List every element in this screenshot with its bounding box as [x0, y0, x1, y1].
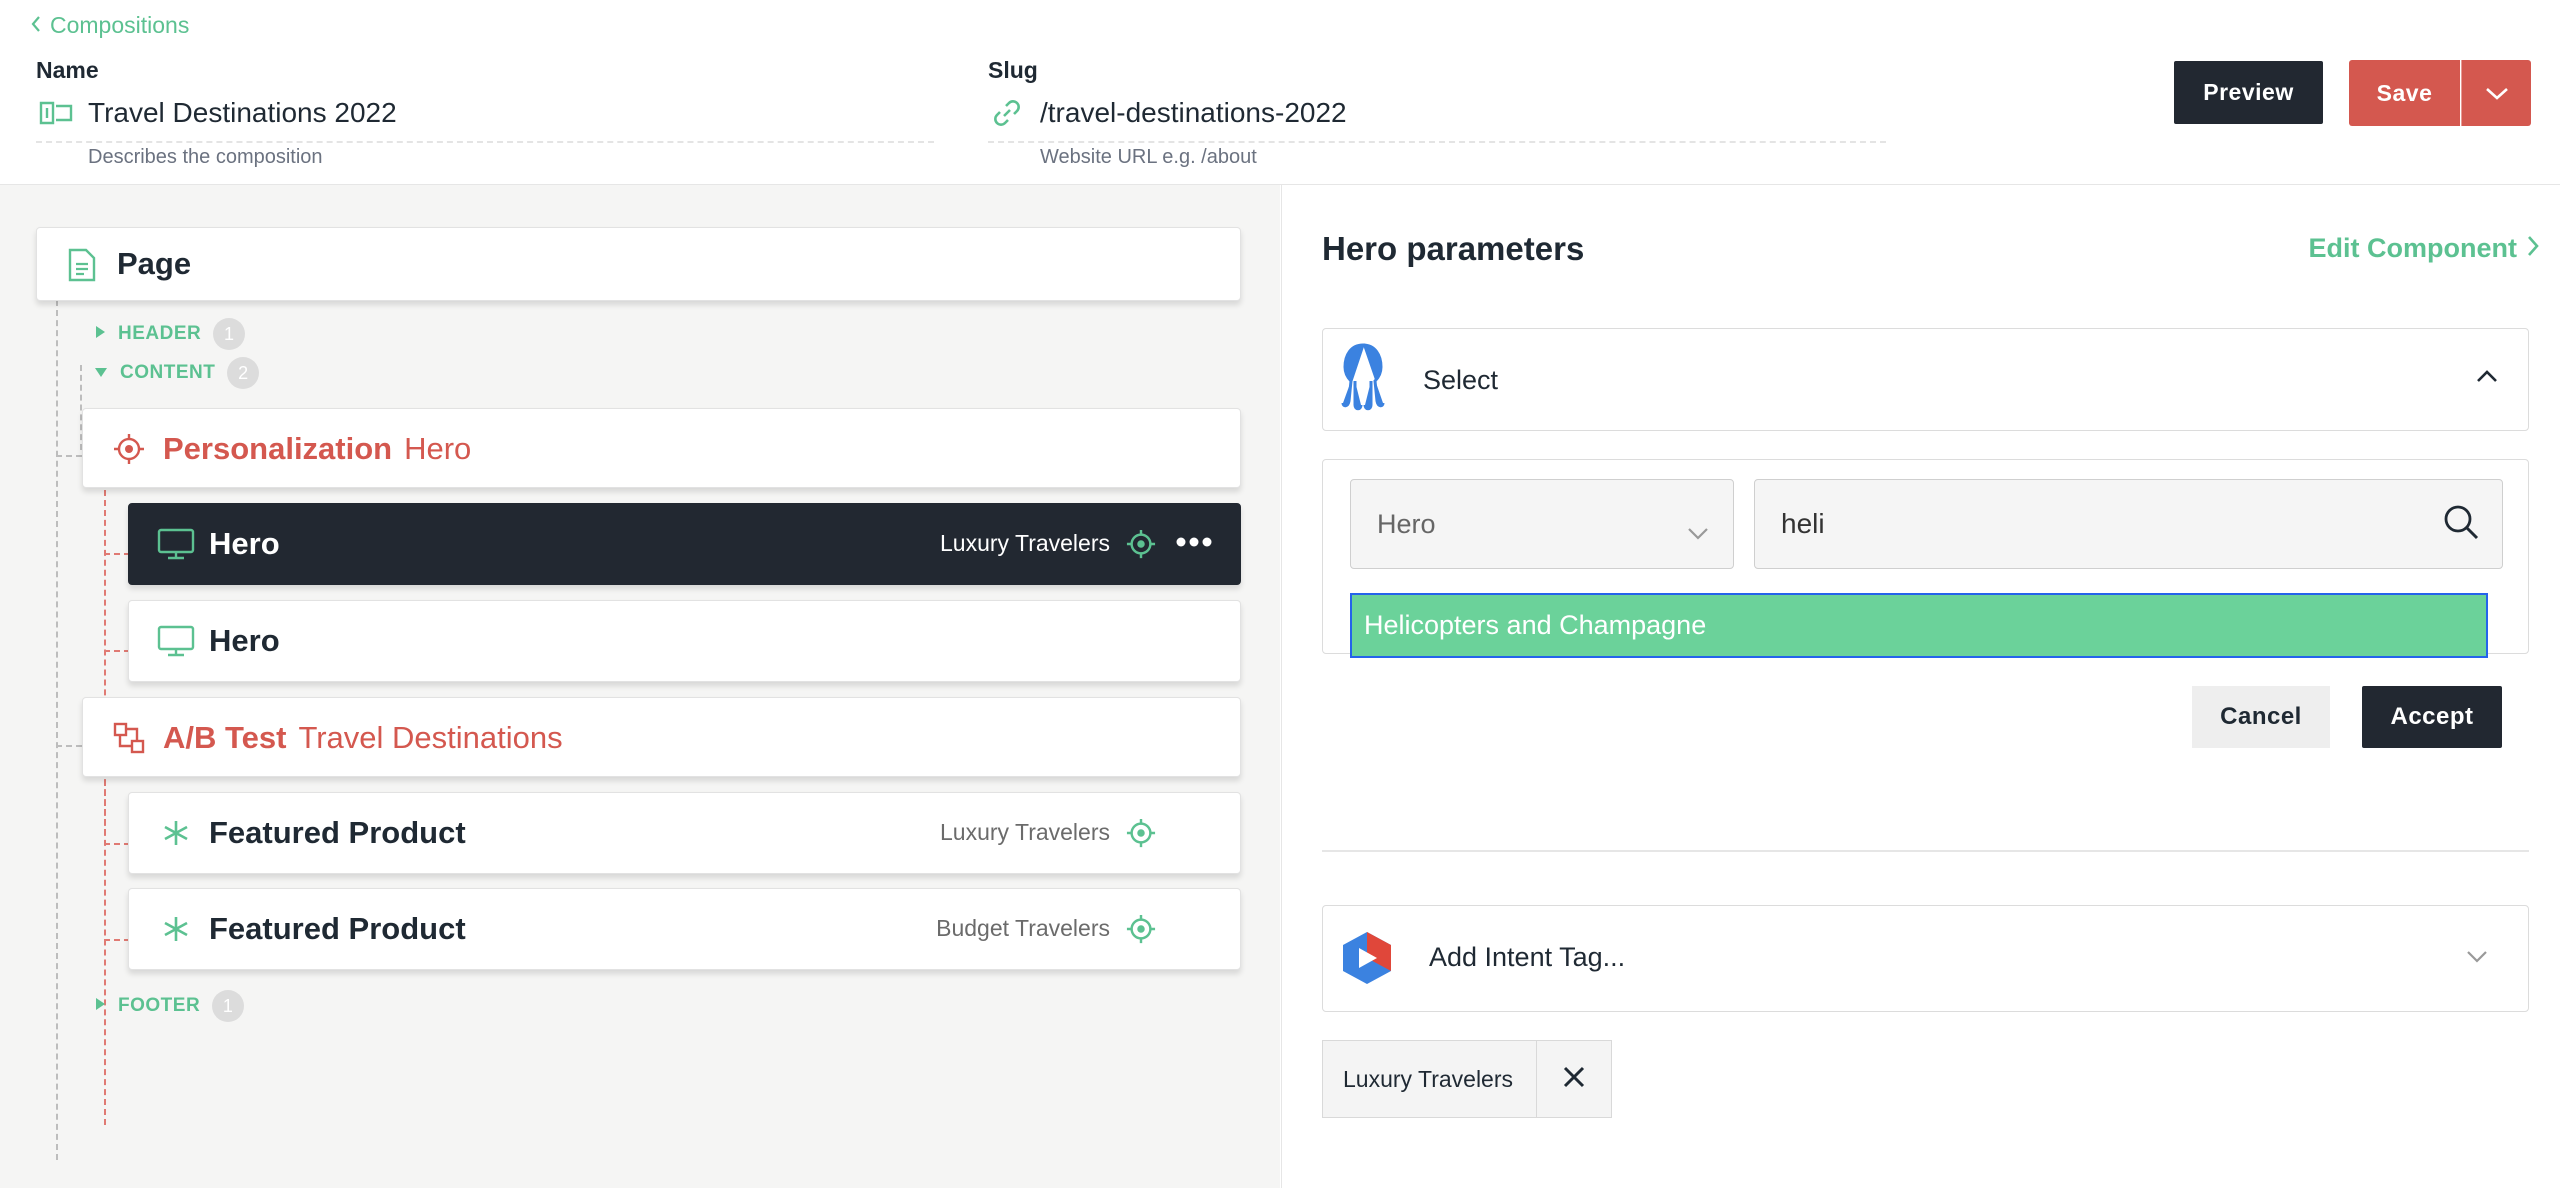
link-icon: [992, 98, 1022, 133]
name-help-text: Describes the composition: [88, 146, 323, 168]
save-options-dropdown[interactable]: [2461, 60, 2531, 126]
select-label: Select: [1423, 365, 1499, 395]
personalization-title: Personalization Hero: [163, 431, 471, 467]
back-to-compositions-link[interactable]: Compositions: [30, 12, 189, 39]
cancel-button[interactable]: Cancel: [2192, 686, 2330, 748]
parameters-pane: Hero parameters Edit Component Select He…: [1281, 185, 2560, 1188]
name-field-icon: [38, 100, 74, 131]
chevron-down-icon: [2485, 80, 2509, 107]
section-header-label: HEADER: [118, 323, 202, 344]
caret-down-icon: [94, 362, 108, 384]
ab-test-type: A/B Test: [163, 720, 287, 755]
hero-selected-card[interactable]: Hero Luxury Travelers: [128, 503, 1241, 585]
featured-product-variant: Luxury Travelers: [939, 819, 1110, 845]
close-icon: [1563, 1066, 1585, 1093]
hero-selected-label: Hero: [209, 526, 280, 561]
personalization-name: Hero: [404, 431, 472, 466]
split-test-icon: [113, 722, 145, 759]
target-icon: [1126, 529, 1156, 564]
edit-component-link[interactable]: Edit Component: [2309, 233, 2539, 264]
page-root-card[interactable]: Page: [36, 227, 1241, 301]
asterisk-icon: [163, 915, 189, 948]
chevron-down-icon: [2466, 950, 2488, 968]
connector-hero-default: [104, 650, 130, 652]
abtest-variant-connector: [104, 780, 106, 1125]
intent-tag-label: Add Intent Tag...: [1429, 942, 1626, 972]
connector-personalization: [56, 455, 82, 457]
panel-title: Hero parameters: [1322, 230, 1585, 267]
monitor-icon: [157, 528, 195, 565]
type-dropdown-value: Hero: [1377, 508, 1436, 539]
preview-button[interactable]: Preview: [2174, 61, 2323, 124]
featured-product-label: Featured Product: [209, 911, 466, 946]
featured-product-label: Featured Product: [209, 815, 466, 850]
ab-test-title: A/B Test Travel Destinations: [163, 720, 563, 756]
slug-label: Slug: [988, 57, 1038, 83]
select-accordion-header[interactable]: Select: [1322, 328, 2529, 431]
octopus-logo-icon: [1341, 343, 1385, 418]
intent-tag-chip: Luxury Travelers: [1322, 1040, 1612, 1118]
ab-test-name: Travel Destinations: [298, 720, 563, 755]
tree-root-connector: [56, 300, 58, 1160]
section-content-label: CONTENT: [120, 362, 216, 383]
section-header-toggle[interactable]: HEADER 1: [94, 318, 246, 350]
monitor-icon: [157, 625, 195, 662]
chevron-right-icon: [2527, 233, 2539, 264]
section-footer-count: 1: [212, 990, 245, 1022]
name-label: Name: [36, 57, 99, 83]
remove-tag-button[interactable]: [1537, 1041, 1611, 1117]
hero-default-card[interactable]: Hero: [128, 600, 1241, 682]
target-icon: [1126, 818, 1156, 853]
search-input[interactable]: [1754, 479, 2503, 569]
caret-right-icon: [94, 995, 106, 1017]
featured-product-card[interactable]: Featured Product Budget Travelers: [128, 888, 1241, 970]
composition-tree-pane: Page HEADER 1 CONTENT 2 Personalization H…: [0, 185, 1280, 1188]
connector-featured-1: [104, 843, 130, 845]
section-footer-toggle[interactable]: FOOTER 1: [94, 990, 245, 1022]
connector-hero-selected: [104, 553, 130, 555]
slug-help-text: Website URL e.g. /about: [1040, 146, 1257, 168]
name-underline: [36, 141, 934, 143]
featured-product-variant: Budget Travelers: [936, 915, 1110, 941]
back-link-label: Compositions: [50, 12, 190, 38]
chevron-left-icon: [30, 12, 42, 39]
ab-test-card[interactable]: A/B Test Travel Destinations: [82, 697, 1241, 777]
target-icon: [113, 433, 145, 470]
search-result-item[interactable]: Helicopters and Champagne: [1350, 593, 2488, 658]
name-input[interactable]: Travel Destinations 2022: [88, 97, 397, 129]
composition-header: Compositions Name Travel Destinations 20…: [0, 0, 2560, 185]
slug-input[interactable]: /travel-destinations-2022: [1040, 97, 1347, 129]
search-icon[interactable]: [2442, 503, 2480, 546]
section-content-toggle[interactable]: CONTENT 2: [94, 357, 260, 389]
personalization-type: Personalization: [163, 431, 393, 466]
edit-component-label: Edit Component: [2308, 233, 2517, 263]
document-icon: [67, 248, 97, 287]
tag-chip-label: Luxury Travelers: [1323, 1041, 1537, 1117]
hero-default-label: Hero: [209, 623, 280, 658]
section-divider: [1322, 850, 2529, 852]
section-header-count: 1: [213, 318, 246, 350]
intent-tag-accordion[interactable]: Add Intent Tag...: [1322, 905, 2529, 1012]
accept-button[interactable]: Accept: [2362, 686, 2502, 748]
slug-underline: [988, 141, 1886, 143]
connector-featured-2: [104, 939, 130, 941]
intent-logo-icon: [1341, 930, 1393, 991]
personalization-card[interactable]: Personalization Hero: [82, 408, 1241, 488]
section-content-count: 2: [227, 357, 260, 389]
chevron-up-icon[interactable]: [2476, 369, 2498, 388]
featured-product-card[interactable]: Featured Product Luxury Travelers: [128, 792, 1241, 874]
caret-right-icon: [94, 323, 106, 345]
page-root-label: Page: [117, 246, 192, 281]
save-button[interactable]: Save: [2349, 60, 2460, 126]
hero-selected-variant: Luxury Travelers: [939, 530, 1110, 556]
asterisk-icon: [163, 819, 189, 852]
chevron-down-icon: [1687, 516, 1709, 547]
connector-abtest: [56, 745, 82, 747]
target-icon: [1126, 914, 1156, 949]
type-dropdown[interactable]: Hero: [1350, 479, 1734, 569]
more-options-icon[interactable]: [1176, 534, 1212, 552]
section-footer-label: FOOTER: [118, 995, 201, 1016]
